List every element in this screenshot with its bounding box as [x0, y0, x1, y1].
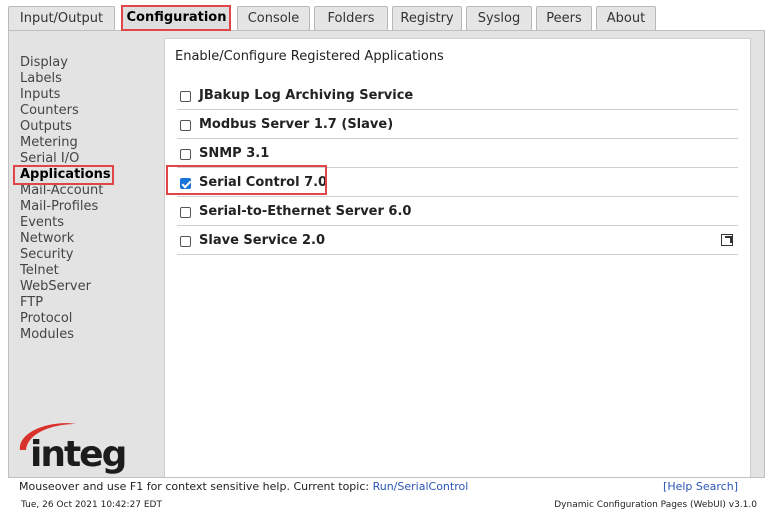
sidebar-item-webserver[interactable]: WebServer [20, 279, 111, 295]
app-checkbox[interactable] [180, 120, 191, 131]
tab-configuration[interactable]: Configuration [122, 5, 231, 31]
sidebar-item-display[interactable]: Display [20, 55, 111, 71]
sidebar-item-serial-io[interactable]: Serial I/O [20, 151, 111, 167]
app-row-slave-service: Slave Service 2.0 [177, 226, 738, 255]
help-bar: Mouseover and use F1 for context sensiti… [8, 477, 765, 494]
tab-peers[interactable]: Peers [536, 6, 592, 30]
app-checkbox[interactable] [180, 149, 191, 160]
tab-syslog[interactable]: Syslog [466, 6, 532, 30]
app-row-serial-control: Serial Control 7.0 [177, 168, 738, 197]
sidebar-nav: Display Labels Inputs Counters Outputs M… [20, 55, 111, 343]
sidebar-item-network[interactable]: Network [20, 231, 111, 247]
app-label[interactable]: Modbus Server 1.7 (Slave) [199, 117, 393, 132]
logo-text: integ [30, 434, 127, 475]
help-search-link[interactable]: [Help Search] [663, 480, 738, 493]
current-topic-link[interactable]: Run/SerialControl [373, 480, 469, 493]
sidebar-item-applications[interactable]: Applications [20, 167, 111, 183]
tab-folders[interactable]: Folders [314, 6, 388, 30]
sidebar-item-metering[interactable]: Metering [20, 135, 111, 151]
app-label[interactable]: Serial-to-Ethernet Server 6.0 [199, 204, 411, 219]
sidebar-item-telnet[interactable]: Telnet [20, 263, 111, 279]
sidebar-item-events[interactable]: Events [20, 215, 111, 231]
app-label[interactable]: Serial Control 7.0 [199, 175, 327, 190]
app-label[interactable]: JBakup Log Archiving Service [199, 88, 413, 103]
applications-panel: Enable/Configure Registered Applications… [164, 38, 751, 478]
tab-about[interactable]: About [596, 6, 656, 30]
app-label[interactable]: SNMP 3.1 [199, 146, 269, 161]
status-bar: Tue, 26 Oct 2021 10:42:27 EDT Dynamic Co… [0, 496, 777, 514]
status-datetime: Tue, 26 Oct 2021 10:42:27 EDT [21, 500, 162, 510]
tab-input-output[interactable]: Input/Output [8, 6, 115, 30]
sidebar-item-labels[interactable]: Labels [20, 71, 111, 87]
app-checkbox[interactable] [180, 236, 191, 247]
sidebar-item-protocol[interactable]: Protocol [20, 311, 111, 327]
help-text-wrap: Mouseover and use F1 for context sensiti… [19, 480, 468, 493]
tab-registry[interactable]: Registry [392, 6, 462, 30]
sidebar-item-counters[interactable]: Counters [20, 103, 111, 119]
status-version: Dynamic Configuration Pages (WebUI) v3.1… [554, 500, 757, 510]
sidebar-item-modules[interactable]: Modules [20, 327, 111, 343]
sidebar-item-mail-profiles[interactable]: Mail-Profiles [20, 199, 111, 215]
app-row-modbus: Modbus Server 1.7 (Slave) [177, 110, 738, 139]
sidebar-item-outputs[interactable]: Outputs [20, 119, 111, 135]
app-row-jbakup: JBakup Log Archiving Service [177, 81, 738, 110]
app-checkbox[interactable] [180, 91, 191, 102]
app-checkbox[interactable] [180, 207, 191, 218]
tab-console[interactable]: Console [237, 6, 310, 30]
open-external-icon[interactable] [721, 234, 733, 246]
help-text: Mouseover and use F1 for context sensiti… [19, 480, 373, 493]
sidebar-item-security[interactable]: Security [20, 247, 111, 263]
sidebar-item-mail-account[interactable]: Mail-Account [20, 183, 111, 199]
panel-title: Enable/Configure Registered Applications [175, 49, 444, 64]
sidebar-item-ftp[interactable]: FTP [20, 295, 111, 311]
sidebar-item-inputs[interactable]: Inputs [20, 87, 111, 103]
app-label[interactable]: Slave Service 2.0 [199, 233, 325, 248]
integ-logo: integ [14, 420, 127, 475]
app-row-serial-to-ethernet: Serial-to-Ethernet Server 6.0 [177, 197, 738, 226]
app-checkbox-checked[interactable] [180, 178, 191, 189]
app-row-snmp: SNMP 3.1 [177, 139, 738, 168]
